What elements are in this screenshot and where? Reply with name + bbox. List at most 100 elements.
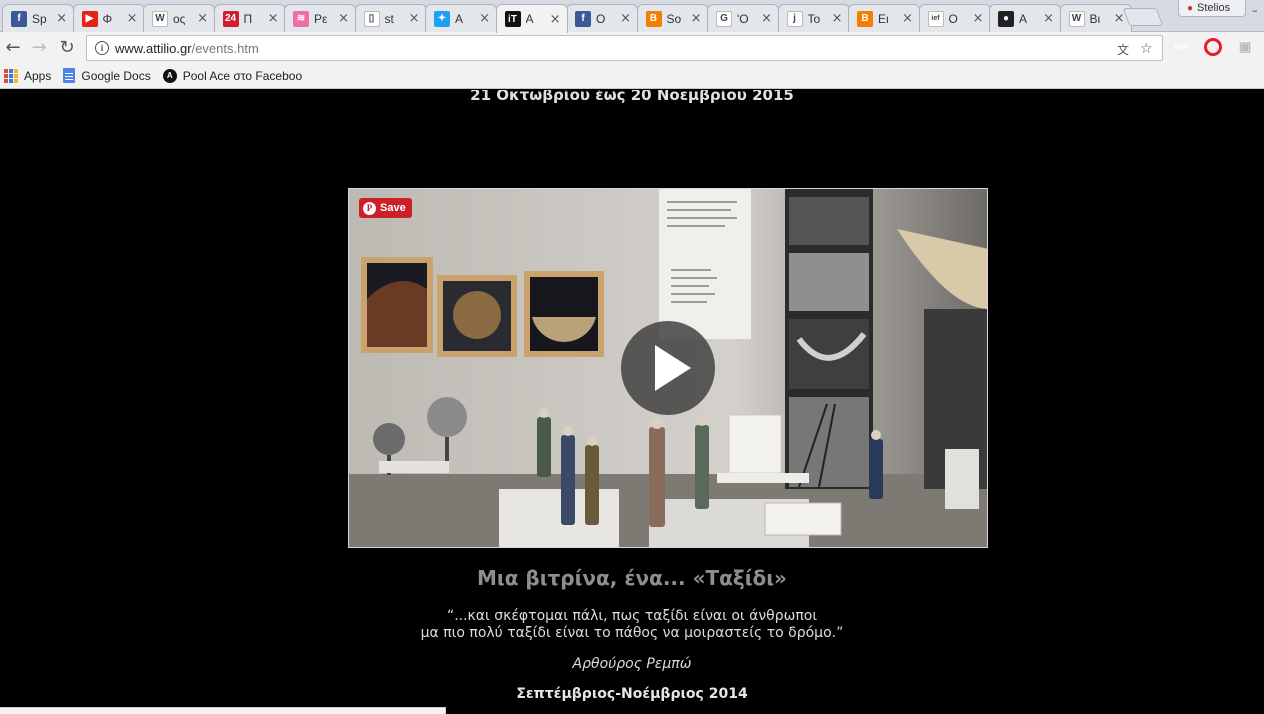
document-icon: ▯: [363, 10, 380, 27]
window-minimize-icon[interactable]: –: [1252, 4, 1258, 17]
feed-icon: ≋: [293, 10, 309, 27]
new-tab-button[interactable]: [1122, 8, 1164, 26]
bookmarks-bar: Apps Google Docs A Pool Ace στο Faceboo: [0, 63, 1264, 89]
url-path: /events.htm: [191, 40, 259, 56]
youtube-icon: ▶: [81, 10, 98, 27]
close-icon[interactable]: ×: [691, 11, 702, 26]
tab-title: A: [525, 12, 534, 26]
close-icon[interactable]: ×: [620, 11, 631, 26]
section-heading: Μια βιτρίνα, ένα... «Ταξίδι»: [477, 566, 787, 590]
tab-title: Pε: [314, 11, 328, 26]
tab-1[interactable]: f Sp ×: [2, 4, 74, 32]
adblock-plus-icon[interactable]: ABP: [1172, 38, 1190, 56]
profile-name: Stelios: [1197, 2, 1231, 14]
twitter-icon: ✦: [434, 10, 450, 27]
tab-title: Sp: [32, 11, 47, 26]
pinterest-save-button[interactable]: P Save: [359, 198, 412, 218]
wikipedia-icon: W: [152, 10, 168, 27]
attilio-icon: iT: [504, 11, 521, 27]
tab-title: So: [666, 11, 682, 26]
news24-icon: 24: [222, 10, 239, 27]
status-bar: [0, 707, 446, 714]
forward-button[interactable]: →: [28, 36, 50, 58]
tab-13[interactable]: B Eι ×: [848, 4, 920, 32]
tab-10[interactable]: B So ×: [636, 4, 709, 32]
google-icon: G: [716, 10, 732, 27]
wikipedia-icon: W: [1068, 10, 1085, 27]
tab-14[interactable]: ief O ×: [918, 4, 991, 32]
tab-2[interactable]: ▶ Φ ×: [72, 4, 145, 32]
tab-title: A: [1019, 11, 1028, 26]
quote-text: “...και σκέφτομαι πάλι, πως ταξίδι είναι…: [0, 608, 1264, 642]
close-icon[interactable]: ×: [761, 11, 772, 26]
tab-6[interactable]: ▯ st ×: [354, 4, 427, 32]
close-icon[interactable]: ×: [1043, 11, 1054, 26]
exhibition-dates: Σεπτέμβριος-Νοέμβριος 2014: [516, 686, 748, 702]
tab-7[interactable]: ✦ A ×: [425, 4, 497, 32]
tab-12[interactable]: j To ×: [777, 4, 850, 32]
bookmark-apps[interactable]: Apps: [4, 68, 51, 83]
close-icon[interactable]: ×: [56, 11, 67, 26]
ief-icon: ief: [927, 10, 944, 27]
back-button[interactable]: ←: [2, 36, 24, 58]
tab-15[interactable]: ● A ×: [989, 4, 1061, 32]
browser-toolbar: ← → ↻ i www.attilio.gr/events.htm 文 ☆ AB…: [0, 32, 1264, 63]
bookmark-google-docs[interactable]: Google Docs: [63, 68, 151, 83]
page-content: 21 Οκτωβρίου έως 20 Νοεμβρίου 2015 P Sav…: [0, 90, 1264, 714]
close-icon[interactable]: ×: [832, 11, 843, 26]
close-icon[interactable]: ×: [550, 12, 561, 27]
close-icon[interactable]: ×: [268, 11, 279, 26]
reload-button[interactable]: ↻: [56, 36, 78, 58]
tab-title: Φ: [102, 11, 113, 26]
j-icon: j: [786, 10, 803, 27]
tab-4[interactable]: 24 Π ×: [213, 4, 286, 32]
tab-title: O: [596, 11, 606, 26]
tab-strip: f Sp × ▶ Φ × Wος × 24 Π × ≋ Pε × ▯ st × ✦ A × iT A × f O × B So × G 'O…: [0, 0, 1264, 33]
tab-title: Bι: [1089, 11, 1101, 26]
tab-11[interactable]: G 'O ×: [707, 4, 779, 32]
tab-8[interactable]: iT A ×: [495, 4, 568, 33]
tab-title: O: [948, 11, 958, 26]
quote-line-2: μα πιο πολύ ταξίδι είναι το πάθος να μοι…: [420, 625, 844, 641]
video-player[interactable]: P Save: [348, 188, 988, 548]
close-icon[interactable]: ×: [338, 11, 349, 26]
profile-button[interactable]: ● Stelios: [1178, 0, 1246, 17]
google-docs-icon: [63, 68, 76, 83]
bookmark-pool-ace[interactable]: A Pool Ace στο Faceboo: [162, 68, 302, 83]
close-icon[interactable]: ×: [902, 11, 913, 26]
close-icon[interactable]: ×: [973, 11, 984, 26]
url-text[interactable]: www.attilio.gr/events.htm: [115, 41, 259, 56]
play-button[interactable]: [621, 321, 715, 415]
ball-icon: ●: [998, 10, 1014, 27]
tab-title: ος: [173, 11, 186, 26]
profile-icon: ●: [1187, 2, 1194, 14]
url-host: www.attilio.gr: [115, 40, 192, 56]
close-icon[interactable]: ×: [479, 11, 490, 26]
pool-ace-icon: A: [162, 68, 177, 83]
camera-icon[interactable]: ▣: [1236, 38, 1254, 56]
translate-icon[interactable]: 文: [1117, 41, 1129, 58]
blogger-icon: B: [857, 10, 873, 27]
pinterest-save-label: Save: [380, 202, 406, 214]
star-icon[interactable]: ☆: [1140, 41, 1153, 57]
tab-title: 'O: [737, 11, 749, 26]
close-icon[interactable]: ×: [127, 11, 138, 26]
tab-title: Eι: [878, 11, 889, 26]
arrow-left-icon: ←: [5, 36, 21, 58]
event-dates: 21 Οκτωβρίου έως 20 Νοεμβρίου 2015: [470, 90, 794, 104]
close-icon[interactable]: ×: [197, 11, 208, 26]
close-icon[interactable]: ×: [1114, 11, 1125, 26]
address-bar[interactable]: i www.attilio.gr/events.htm 文 ☆: [86, 35, 1163, 61]
facebook-icon: f: [11, 10, 27, 27]
apps-grid-icon: [4, 68, 18, 83]
arrow-right-icon: →: [31, 36, 47, 58]
quote-author: Αρθούρος Ρεμπώ: [572, 656, 692, 672]
opera-icon[interactable]: O: [1204, 38, 1222, 56]
close-icon[interactable]: ×: [409, 11, 420, 26]
tab-5[interactable]: ≋ Pε ×: [284, 4, 356, 32]
info-icon[interactable]: i: [95, 41, 109, 55]
tab-title: A: [455, 11, 464, 26]
tab-9[interactable]: f O ×: [566, 4, 638, 32]
tab-16[interactable]: W Bι ×: [1059, 4, 1132, 32]
tab-3[interactable]: Wος ×: [143, 4, 215, 32]
